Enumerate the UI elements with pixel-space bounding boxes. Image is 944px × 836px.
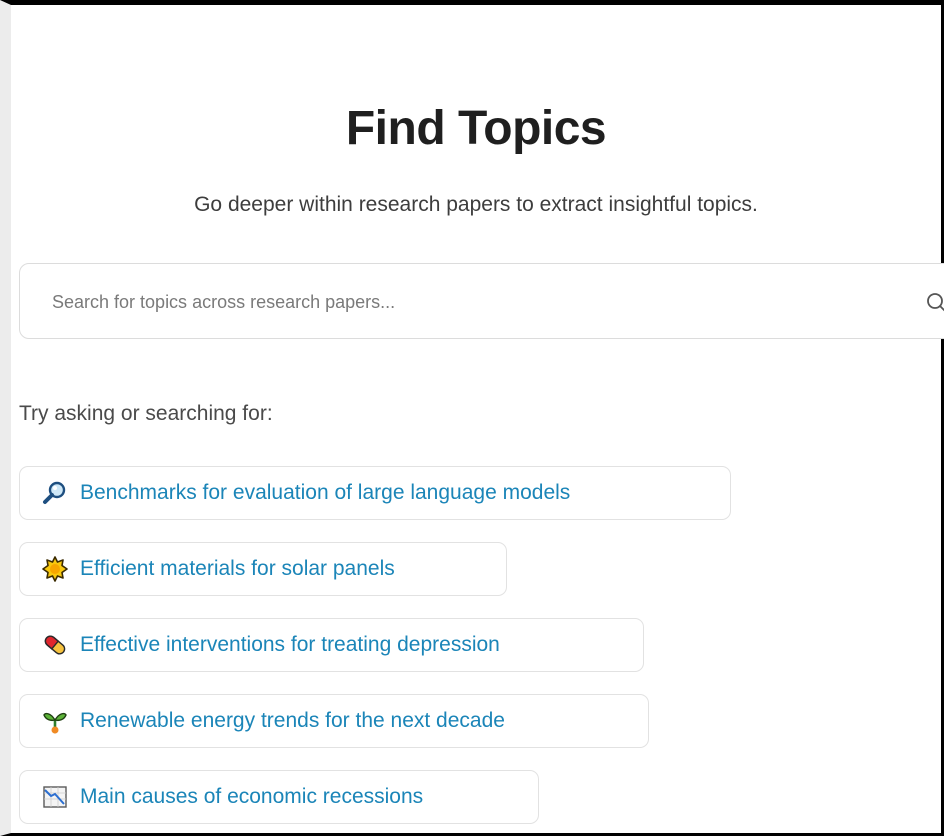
suggestions-heading: Try asking or searching for: [19,402,273,425]
suggestion-chip-recession-causes[interactable]: Main causes of economic recessions [19,770,539,824]
search-icon[interactable] [926,292,944,312]
suggestion-chip-depression-interventions[interactable]: Effective interventions for treating dep… [19,618,644,672]
search-input[interactable] [52,288,872,316]
suggestion-label: Efficient materials for solar panels [80,557,395,580]
suggestion-chip-llm-benchmarks[interactable]: Benchmarks for evaluation of large langu… [19,466,731,520]
page-subtitle: Go deeper within research papers to extr… [194,193,758,216]
search-bar[interactable] [19,263,944,339]
suggestion-label: Benchmarks for evaluation of large langu… [80,481,571,504]
chart-decreasing-icon [42,784,68,810]
page-title: Find Topics [345,102,607,155]
magnifying-glass-icon [42,480,68,506]
app-window: Find Topics Go deeper within research pa… [0,0,944,836]
suggestion-chip-solar-materials[interactable]: Efficient materials for solar panels [19,542,507,596]
sun-icon [42,556,68,582]
suggestion-label: Main causes of economic recessions [80,785,424,808]
suggestion-label: Effective interventions for treating dep… [80,633,500,656]
pill-icon [42,632,68,658]
suggestion-chip-renewable-trends[interactable]: Renewable energy trends for the next dec… [19,694,649,748]
suggestion-label: Renewable energy trends for the next dec… [80,709,505,732]
seedling-icon [42,708,68,734]
